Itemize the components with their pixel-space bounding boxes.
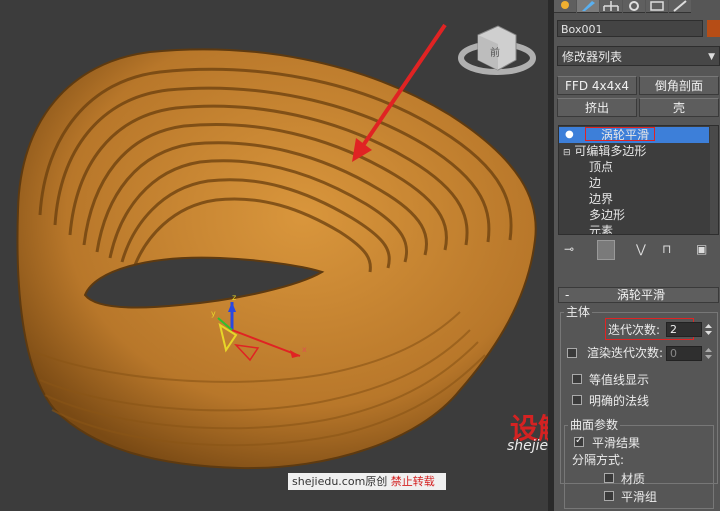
smoothing-groups-label: 平滑组 (621, 490, 658, 504)
stack-item-element[interactable]: 元素 (589, 223, 613, 234)
pin-stack-icon[interactable]: ⊸ (564, 242, 574, 256)
render-iters-spinner[interactable]: 0 (666, 346, 702, 361)
chamfer-profile-button[interactable]: 倒角剖面 (639, 76, 719, 95)
explicit-normals-label: 明确的法线 (589, 394, 650, 408)
checkmark-icon: ✓ (575, 435, 584, 446)
stack-item-editable-poly[interactable]: ⊟ 可编辑多边形 (563, 143, 646, 159)
render-iters-label: 渲染迭代次数: (587, 346, 664, 360)
chevron-down-icon: ▼ (708, 52, 715, 62)
main-group-label: 主体 (564, 305, 593, 319)
stack-item-editable-poly-label: 可编辑多边形 (574, 144, 647, 158)
smooth-result-checkbox[interactable]: ✓ (574, 435, 584, 447)
show-end-result-icon[interactable] (597, 240, 615, 260)
object-name-field[interactable]: Box001 (557, 20, 703, 37)
stack-red-highlight (585, 127, 655, 141)
collapse-toggle-icon[interactable]: ⊟ (563, 148, 571, 158)
create-tab[interactable] (554, 0, 576, 13)
isoline-display-checkbox[interactable] (572, 374, 582, 384)
shell-button[interactable]: 壳 (639, 98, 719, 117)
surface-params-label: 曲面参数 (568, 418, 621, 432)
gizmo-z-label: z (232, 293, 236, 302)
render-iters-checkbox[interactable] (567, 348, 577, 358)
materials-label: 材质 (621, 472, 646, 486)
iterations-spinner-arrows[interactable] (704, 322, 713, 337)
configure-sets-icon[interactable]: ▣ (696, 242, 707, 256)
watermark-source: shejiedu.com原创 (292, 475, 388, 488)
watermark-bar: shejiedu.com原创 禁止转载 (288, 473, 446, 490)
extrude-button[interactable]: 挤出 (557, 98, 637, 117)
stack-scrollbar[interactable] (710, 126, 718, 234)
rollout-title: 涡轮平滑 (617, 288, 666, 302)
smoothing-groups-checkbox[interactable] (604, 491, 614, 501)
ffd-button[interactable]: FFD 4x4x4 (557, 76, 637, 95)
render-iters-spinner-arrows[interactable] (704, 346, 713, 361)
gizmo-x-label: x (302, 345, 307, 354)
modifier-list-label: 修改器列表 (562, 50, 623, 64)
stack-item-edge[interactable]: 边 (589, 175, 601, 191)
stack-item-border[interactable]: 边界 (589, 191, 613, 207)
smooth-result-label: 平滑结果 (592, 436, 641, 450)
modifier-list-dropdown[interactable]: 修改器列表 ▼ (557, 46, 720, 66)
object-color-swatch[interactable] (707, 20, 720, 37)
iterations-spinner[interactable]: 2 (666, 322, 702, 337)
modify-tab[interactable] (577, 0, 599, 13)
viewport-scene: x y z 前 (16, 23, 537, 470)
viewcube[interactable] (460, 22, 536, 76)
remove-modifier-icon[interactable]: ⊓ (662, 242, 671, 256)
hierarchy-tab[interactable] (600, 0, 622, 13)
rollout-collapse-label: - (565, 288, 570, 302)
stack-item-polygon[interactable]: 多边形 (589, 207, 625, 223)
gizmo-y-label: y (211, 309, 216, 318)
modifier-stack[interactable]: ● 涡轮平滑 ⊟ 可编辑多边形 顶点 边 边界 多边形 元素 (558, 125, 719, 235)
display-tab[interactable] (646, 0, 668, 13)
command-panel: Box001 修改器列表 ▼ FFD 4x4x4 倒角剖面 挤出 壳 ● 涡轮平… (554, 0, 720, 511)
lightbulb-icon[interactable]: ● (565, 127, 574, 143)
make-unique-icon[interactable]: ⋁ (636, 242, 646, 256)
watermark-no-repost: 禁止转载 (390, 475, 435, 488)
3d-viewport[interactable]: x y z 前 设解读 shejiedu.com shejiedu.com原创 … (0, 0, 548, 511)
separate-by-label: 分隔方式: (572, 453, 625, 467)
stack-item-vertex[interactable]: 顶点 (589, 159, 613, 175)
utilities-tab[interactable] (669, 0, 691, 13)
isoline-display-label: 等值线显示 (589, 373, 650, 387)
materials-checkbox[interactable] (604, 473, 614, 483)
explicit-normals-checkbox[interactable] (572, 395, 582, 405)
watermark-url: shejiedu.com (507, 438, 548, 454)
turbosmooth-rollout-header[interactable]: - 涡轮平滑 (558, 287, 719, 303)
motion-tab[interactable] (623, 0, 645, 13)
